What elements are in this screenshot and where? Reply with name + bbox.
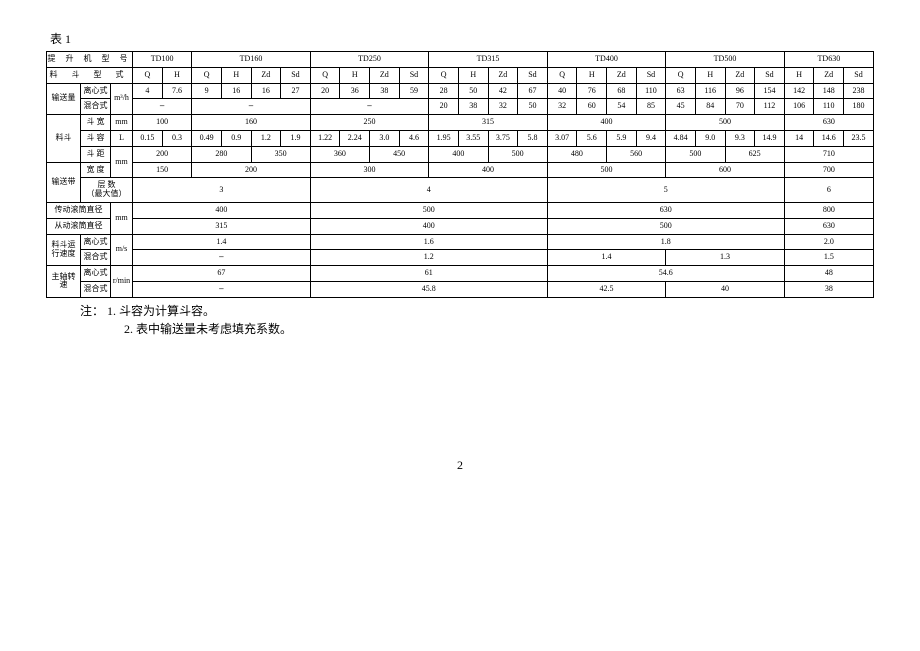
bucket-width-row: 料斗 斗 宽 mm 100 160 250 315 400 500 630 (47, 115, 874, 131)
notes: 注： 1. 斗容为计算斗容。 2. 表中输送量未考虑填充系数。 (80, 302, 874, 338)
model-td160: TD160 (192, 52, 311, 68)
note-1: 注： 1. 斗容为计算斗容。 (80, 302, 874, 320)
belt-width-row: 输送带 宽 度 150 200 300 400 500 600 700 (47, 162, 874, 178)
volume-label: 斗 容 (81, 130, 111, 146)
bucket-type-label: 料 斗 型 式 (47, 67, 133, 83)
page-number: 2 (46, 458, 874, 473)
model-td400: TD400 (547, 52, 666, 68)
speed-label: 料斗运 行速度 (47, 234, 81, 266)
speed-centrifugal-row: 料斗运 行速度 离心式 m/s 1.4 1.6 1.8 2.0 (47, 234, 874, 250)
header-row: 提 升 机 型 号 TD100 TD160 TD250 TD315 TD400 … (47, 52, 874, 68)
unit-ms: m/s (111, 234, 133, 266)
capacity-label: 输送量 (47, 83, 81, 115)
capacity-mixed-row: 混合式 – – – 20383250 32605485 458470112 10… (47, 99, 874, 115)
unit-mm: mm (111, 115, 133, 131)
bucket-pitch-row: 斗 距 mm 200 280350 360450 400500 480560 5… (47, 146, 874, 162)
belt-width-label: 宽 度 (81, 162, 111, 178)
note-2: 2. 表中输送量未考虑填充系数。 (124, 320, 874, 338)
unit-mm: mm (111, 146, 133, 178)
capacity-centrifugal-row: 输送量 离心式 m³/h 47.6 9161627 20363859 28504… (47, 83, 874, 99)
drive-drum-row: 传动滚筒直径 mm 400 500 630 800 (47, 202, 874, 218)
model-td250: TD250 (310, 52, 429, 68)
spec-table: 提 升 机 型 号 TD100 TD160 TD250 TD315 TD400 … (46, 51, 874, 298)
shaft-centrifugal-row: 主轴转 速 离心式 r/min 67 61 54.6 48 (47, 266, 874, 282)
unit-l: L (111, 130, 133, 146)
shaft-mixed-row: 混合式 – 45.8 42.5 40 38 (47, 281, 874, 297)
pitch-label: 斗 距 (81, 146, 111, 162)
unit-m3h: m³/h (111, 83, 133, 115)
unit-rmin: r/min (111, 266, 133, 298)
unit-mm: mm (111, 202, 133, 234)
mixed-label: 混合式 (81, 99, 111, 115)
bucket-volume-row: 斗 容 L 0.150.3 0.490.91.21.9 1.222.243.04… (47, 130, 874, 146)
centrifugal-label: 离心式 (81, 83, 111, 99)
belt-label: 输送带 (47, 162, 81, 202)
model-td500: TD500 (666, 52, 785, 68)
belt-layers-row: 层 数 （最大值） 3 4 5 6 (47, 178, 874, 203)
drive-drum-label: 传动滚筒直径 (47, 202, 111, 218)
bucket-label: 料斗 (47, 115, 81, 162)
driven-drum-row: 从动滚筒直径 315 400 500 630 (47, 218, 874, 234)
subheader-row: 料 斗 型 式 QH QHZdSd QHZdSd QHZdSd QHZdSd Q… (47, 67, 874, 83)
speed-mixed-row: 混合式 – 1.2 1.4 1.3 1.5 (47, 250, 874, 266)
model-label: 提 升 机 型 号 (47, 52, 133, 68)
model-td100: TD100 (133, 52, 192, 68)
shaft-label: 主轴转 速 (47, 266, 81, 298)
table-title: 表 1 (50, 30, 874, 47)
layers-label: 层 数 （最大值） (81, 178, 133, 203)
width-label: 斗 宽 (81, 115, 111, 131)
model-td630: TD630 (784, 52, 873, 68)
model-td315: TD315 (429, 52, 548, 68)
driven-drum-label: 从动滚筒直径 (47, 218, 111, 234)
